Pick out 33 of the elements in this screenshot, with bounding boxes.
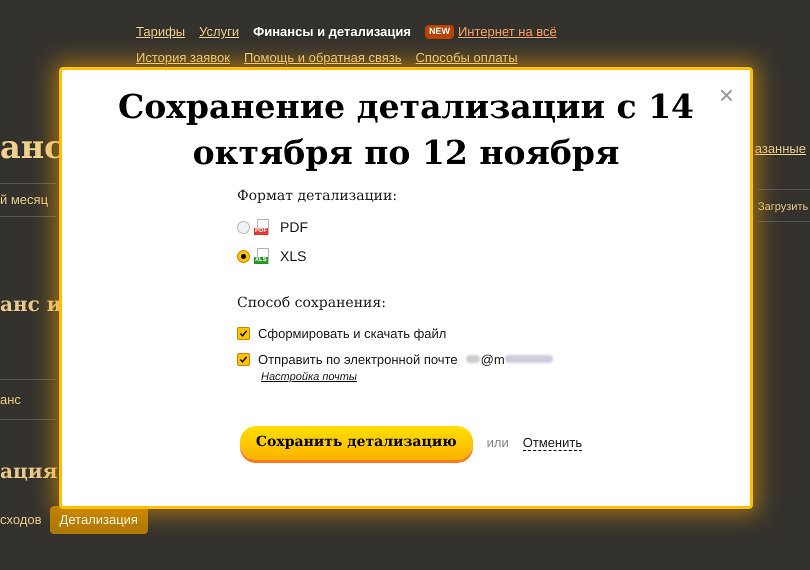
subnav-link[interactable]: История заявок	[136, 48, 230, 67]
format-name: XLS	[280, 247, 306, 266]
promo-link[interactable]: Интернет на всё	[458, 22, 557, 42]
new-badge: NEW	[424, 25, 454, 38]
format-label: Формат детализации:	[237, 187, 398, 206]
email-text: @m	[480, 350, 505, 368]
nav-link[interactable]: Финансы и детализация	[253, 22, 411, 42]
blurred-email	[466, 355, 480, 364]
row-label: анс	[0, 392, 21, 406]
page-heading: анс	[0, 127, 65, 168]
dialog-title: Сохранение детализации с 14 октября по 12 ноября	[116, 86, 695, 174]
nav-link[interactable]: Тарифы	[136, 22, 186, 42]
checkbox[interactable]	[237, 327, 250, 340]
subnav-link[interactable]: Помощь и обратная связь	[244, 48, 402, 67]
save-button[interactable]: Сохранить детализацию	[240, 426, 473, 460]
mail-settings-link[interactable]: Настройка почты	[261, 369, 553, 386]
format-name: PDF	[280, 218, 308, 237]
nav-link[interactable]: Услуги	[199, 22, 240, 42]
right-link[interactable]: азанные	[754, 139, 810, 158]
cancel-link[interactable]: Отменить	[522, 434, 582, 450]
method-text: Сформировать и скачать файл	[258, 325, 446, 343]
method-label: Способ сохранения:	[237, 294, 387, 313]
radio-button[interactable]	[237, 250, 250, 263]
subnav-link[interactable]: Способы оплаты	[416, 48, 518, 67]
method-text: Отправить по электронной почте	[258, 350, 458, 369]
or-text: или	[486, 434, 509, 452]
blurred-email	[504, 355, 553, 364]
upload-label: Загрузить	[758, 200, 808, 212]
checkbox[interactable]	[237, 352, 250, 366]
radio-button[interactable]	[237, 221, 250, 234]
page-tab[interactable]: сходов	[0, 506, 42, 534]
section-heading: ация	[0, 458, 58, 485]
period-label: й месяц	[0, 192, 48, 207]
